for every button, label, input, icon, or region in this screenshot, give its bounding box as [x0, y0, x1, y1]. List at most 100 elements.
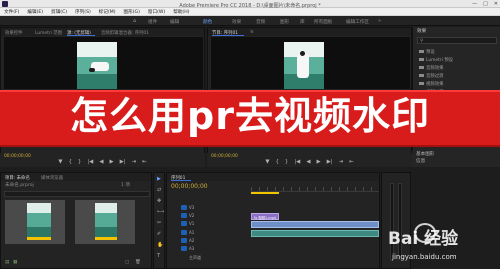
- active-tab-indicator: [171, 180, 191, 181]
- window-controls: — □ ✕: [472, 1, 498, 7]
- source-transport-controls: ▼ { } |◀ ◀ ▶ ▶| ⇥ ⇤: [0, 157, 205, 167]
- insert-button[interactable]: ⇥: [132, 159, 137, 165]
- tab-media-browser[interactable]: 媒体浏览器: [41, 175, 63, 181]
- effects-folder[interactable]: 预设: [419, 49, 435, 55]
- go-to-in-button[interactable]: |◀: [294, 159, 300, 165]
- panel-menu-icon[interactable]: ≡: [250, 30, 254, 35]
- razor-tool-icon[interactable]: ✂: [157, 220, 161, 226]
- menu-window[interactable]: 窗口(W): [148, 9, 165, 15]
- maximize-button[interactable]: □: [483, 1, 488, 7]
- close-button[interactable]: ✕: [494, 1, 498, 7]
- workspace-tab[interactable]: 所有面板: [314, 19, 332, 25]
- tab-audio-clip-mixer[interactable]: 音频剪辑混合器: 序列01: [101, 30, 149, 36]
- track-label-a1: A1: [189, 230, 195, 235]
- source-transport: 00;00;00;00 ▼ { } |◀ ◀ ▶ ▶| ⇥ ⇤: [0, 153, 205, 167]
- title-bar: Adobe Premiere Pro CC 2018 - D:\桌面图片\未命名…: [0, 0, 500, 9]
- add-marker-button[interactable]: ▼: [58, 159, 62, 165]
- tab-essential-graphics[interactable]: 基本图形: [416, 152, 434, 158]
- icon-view-icon[interactable]: ▦: [13, 260, 17, 266]
- trash-icon[interactable]: 🗑: [135, 260, 141, 266]
- video-subject-shadow: [89, 68, 95, 72]
- workspace-tab-active[interactable]: 颜色: [203, 19, 212, 25]
- project-panel: 项目: 未命名 媒体浏览器 未命名.prproj 1 项 ▤ ▦ ▢ 🗑: [0, 172, 152, 269]
- track-select-tool-icon[interactable]: ⇄: [157, 187, 161, 193]
- hand-tool-icon[interactable]: ✋: [157, 242, 163, 248]
- menu-marker[interactable]: 标记(M): [99, 9, 116, 15]
- video-clip-v1[interactable]: [251, 221, 379, 228]
- menu-file[interactable]: 文件(F): [4, 9, 19, 15]
- workspace-tab[interactable]: 库: [300, 19, 305, 25]
- work-area-bar[interactable]: [251, 192, 279, 194]
- step-back-button[interactable]: ◀: [99, 159, 103, 165]
- workspace-tab[interactable]: 图形: [280, 19, 289, 25]
- workspace-tab[interactable]: 编辑: [170, 19, 179, 25]
- clip-label: fx 视频1.mp4: [254, 216, 276, 220]
- menu-edit[interactable]: 编辑(E): [27, 9, 43, 15]
- effects-panel-title: 效果: [417, 29, 427, 34]
- timeline-timecode[interactable]: 00;00;00;00: [171, 183, 208, 190]
- baidu-jingyan-watermark: Bai 经验 jingyan.baidu.com: [380, 220, 500, 269]
- lift-button[interactable]: ⇥: [339, 159, 344, 165]
- menu-graphics[interactable]: 图形(G): [124, 9, 140, 15]
- home-icon[interactable]: ⌂: [133, 18, 136, 24]
- active-tab-indicator: [67, 35, 95, 36]
- active-tab-indicator: [212, 35, 244, 36]
- tab-lumetri-scopes[interactable]: Lumetri 范围: [35, 30, 62, 36]
- effects-folder[interactable]: 音频过渡: [419, 73, 444, 79]
- pen-tool-icon[interactable]: ✐: [157, 231, 161, 237]
- minimize-button[interactable]: —: [472, 1, 477, 7]
- type-tool-icon[interactable]: T: [157, 253, 160, 259]
- program-transport-controls: ▼ { } |◀ ◀ ▶ ▶| ⇥ ⇤: [207, 157, 412, 167]
- workspace-more-icon[interactable]: »: [378, 18, 381, 24]
- ripple-tool-icon[interactable]: ✥: [157, 198, 161, 204]
- clip-thumbnail[interactable]: [27, 203, 51, 237]
- effects-folder[interactable]: Lumetri 预设: [419, 57, 453, 63]
- sequence-thumbnail[interactable]: [95, 203, 117, 237]
- overwrite-button[interactable]: ⇤: [142, 159, 147, 165]
- program-transport: 00;00;00;00 ▼ { } |◀ ◀ ▶ ▶| ⇥ ⇤: [207, 153, 412, 167]
- new-item-icon[interactable]: ▢: [125, 260, 129, 266]
- project-search-input[interactable]: [4, 191, 150, 197]
- source-viewer[interactable]: [4, 37, 203, 89]
- workspace-tab[interactable]: 效果: [232, 19, 241, 25]
- track-target-v3[interactable]: [181, 205, 187, 210]
- menu-sequence[interactable]: 序列(S): [75, 9, 91, 15]
- mark-in-button[interactable]: {: [68, 159, 71, 165]
- add-marker-button[interactable]: ▼: [265, 159, 269, 165]
- track-label-v2: V2: [189, 213, 195, 218]
- effects-search-input[interactable]: ⚲: [417, 37, 497, 44]
- selection-tool-icon[interactable]: ▶: [157, 176, 161, 182]
- list-view-icon[interactable]: ▤: [5, 260, 9, 266]
- menu-help[interactable]: 帮助(H): [173, 9, 189, 15]
- workspace-tab[interactable]: 音频: [256, 19, 265, 25]
- play-button[interactable]: ▶: [109, 159, 113, 165]
- tab-effect-controls[interactable]: 效果控件: [5, 30, 23, 36]
- extract-button[interactable]: ⇤: [349, 159, 354, 165]
- folder-icon: [419, 81, 424, 86]
- video-clip-v2[interactable]: fx 视频1.mp4: [251, 213, 279, 220]
- tab-project[interactable]: 项目: 未命名: [5, 175, 30, 181]
- program-viewer[interactable]: [211, 37, 410, 89]
- track-target-a2[interactable]: [181, 238, 187, 243]
- audio-clip-a1[interactable]: [251, 230, 379, 237]
- track-target-v2[interactable]: [181, 213, 187, 218]
- title-banner: 怎么用pr去视频水印: [0, 90, 500, 147]
- mark-out-button[interactable]: }: [285, 159, 288, 165]
- mark-in-button[interactable]: {: [275, 159, 278, 165]
- step-forward-button[interactable]: ▶|: [120, 159, 126, 165]
- menu-clip[interactable]: 剪辑(C): [51, 9, 67, 15]
- effects-folder[interactable]: 视频效果: [419, 81, 444, 87]
- track-target-v1[interactable]: [181, 221, 187, 226]
- rate-stretch-tool-icon[interactable]: ⟷: [157, 209, 164, 215]
- workspace-tab[interactable]: 组件: [148, 19, 157, 25]
- track-target-a1[interactable]: [181, 230, 187, 235]
- mark-out-button[interactable]: }: [78, 159, 81, 165]
- play-button[interactable]: ▶: [316, 159, 320, 165]
- step-forward-button[interactable]: ▶|: [327, 159, 333, 165]
- workspace-tab[interactable]: 编辑工作区: [346, 19, 369, 25]
- effects-folder[interactable]: 音频效果: [419, 65, 444, 71]
- go-to-in-button[interactable]: |◀: [87, 159, 93, 165]
- tab-info[interactable]: 信息: [416, 159, 425, 165]
- step-back-button[interactable]: ◀: [306, 159, 310, 165]
- track-target-a3[interactable]: [181, 246, 187, 251]
